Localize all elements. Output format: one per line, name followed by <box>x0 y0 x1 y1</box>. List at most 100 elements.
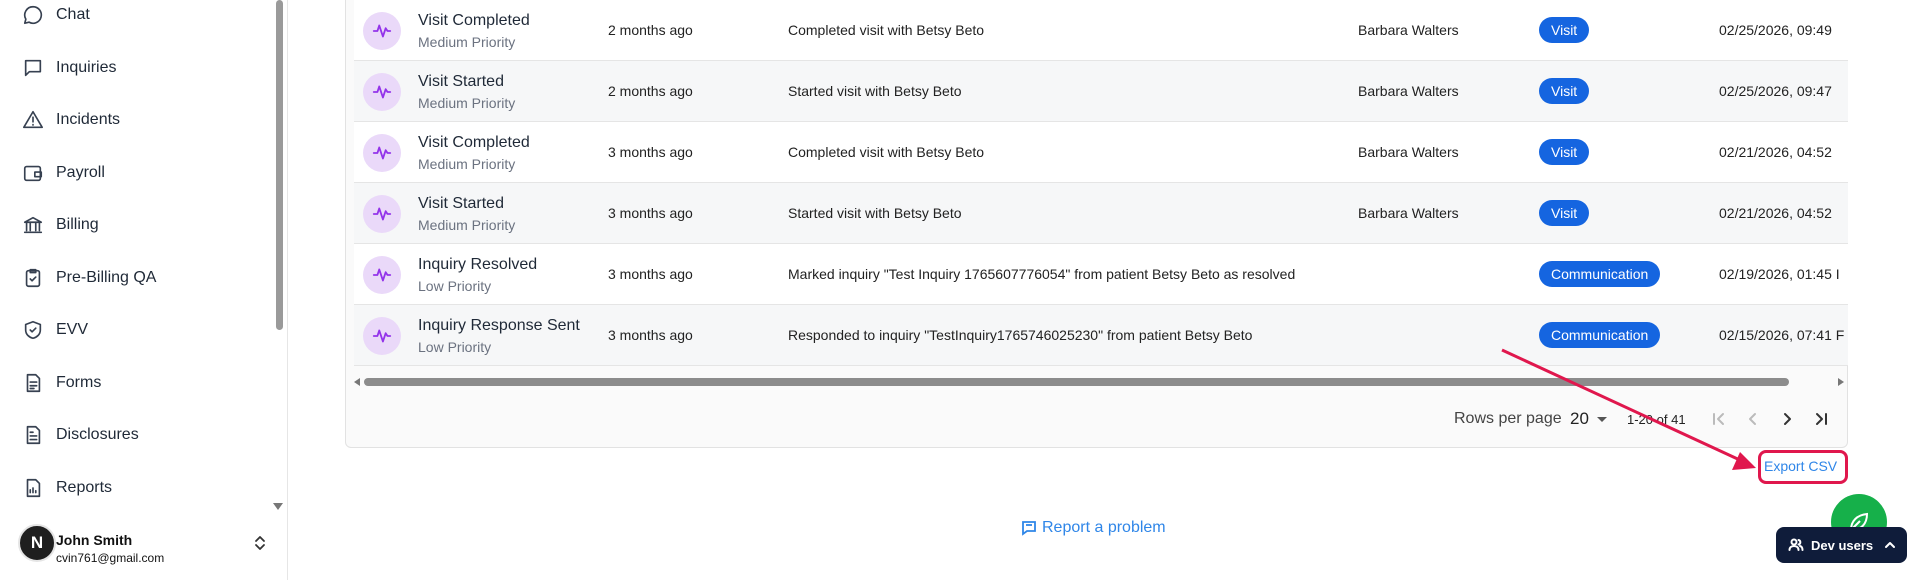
horizontal-scrollbar-thumb[interactable] <box>364 378 1789 386</box>
table-horizontal-scrollbar[interactable] <box>354 375 1848 389</box>
sidebar-item-label: Billing <box>56 216 99 233</box>
sidebar-item-label: Reports <box>56 479 113 496</box>
activity-priority: Low Priority <box>418 278 492 294</box>
sidebar-scrollbar-thumb[interactable] <box>276 0 283 330</box>
sidebar-item-payroll[interactable]: Payroll <box>22 158 105 188</box>
user-name: John Smith <box>56 532 133 548</box>
table-row[interactable]: Visit Completed Medium Priority 3 months… <box>354 122 1848 183</box>
export-csv-button[interactable]: Export CSV <box>1764 458 1837 474</box>
sidebar-item-label: Pre-Billing QA <box>56 269 157 286</box>
activity-date: 02/21/2026, 04:52 <box>1719 205 1832 221</box>
sidebar-item-label: Payroll <box>56 164 105 181</box>
activity-table: Visit Completed Medium Priority 2 months… <box>354 0 1848 368</box>
activity-pulse-icon <box>363 73 401 111</box>
avatar: N <box>18 524 56 562</box>
chat-bubble-icon <box>22 4 44 26</box>
category-badge: Visit <box>1539 78 1590 104</box>
dev-users-label: Dev users <box>1811 537 1874 553</box>
flag-message-icon <box>1022 521 1036 536</box>
category-badge: Visit <box>1539 200 1590 226</box>
next-page-icon[interactable] <box>1778 410 1796 428</box>
activity-description: Completed visit with Betsy Beto <box>788 144 985 160</box>
activity-user: Barbara Walters <box>1358 83 1459 99</box>
activity-time: 3 months ago <box>608 327 693 343</box>
activity-priority: Medium Priority <box>418 217 516 233</box>
user-menu[interactable]: N John Smith cvin761@gmail.com <box>18 524 278 572</box>
activity-description: Started visit with Betsy Beto <box>788 205 962 221</box>
report-icon <box>22 477 44 499</box>
activity-date: 02/25/2026, 09:49 <box>1719 22 1832 38</box>
sidebar-item-reports[interactable]: Reports <box>22 473 112 503</box>
activity-priority: Low Priority <box>418 339 492 355</box>
activity-date: 02/25/2026, 09:47 <box>1719 83 1832 99</box>
sidebar: Chat Inquiries Incidents Payroll Billing… <box>0 0 288 580</box>
last-page-icon[interactable] <box>1812 410 1830 428</box>
activity-priority: Medium Priority <box>418 95 516 111</box>
table-row[interactable]: Visit Started Medium Priority 3 months a… <box>354 183 1848 244</box>
activity-title: Inquiry Response Sent <box>418 317 580 334</box>
rows-per-page-select[interactable]: 20 <box>1570 407 1589 431</box>
sidebar-item-label: Disclosures <box>56 426 139 443</box>
sidebar-scroll-down-arrow[interactable] <box>273 503 283 510</box>
warning-triangle-icon <box>22 109 44 131</box>
bank-icon <box>22 214 44 236</box>
report-problem-link[interactable]: Report a problem <box>1021 519 1166 537</box>
activity-date: 02/15/2026, 07:41 F <box>1719 327 1845 343</box>
activity-description: Completed visit with Betsy Beto <box>788 22 985 38</box>
category-badge: Visit <box>1539 17 1590 43</box>
users-icon <box>1788 537 1804 553</box>
activity-user: Barbara Walters <box>1358 22 1459 38</box>
activity-description: Responded to inquiry "TestInquiry1765746… <box>788 327 1253 343</box>
chevron-up-down-icon[interactable] <box>252 534 268 552</box>
sidebar-item-label: Chat <box>56 6 90 23</box>
sidebar-item-incidents[interactable]: Incidents <box>22 105 120 135</box>
caret-down-icon[interactable] <box>1597 417 1607 422</box>
sidebar-item-billing[interactable]: Billing <box>22 210 99 240</box>
activity-pulse-icon <box>363 134 401 172</box>
report-problem-label: Report a problem <box>1042 519 1166 536</box>
activity-date: 02/21/2026, 04:52 <box>1719 144 1832 160</box>
scroll-left-arrow[interactable] <box>354 378 360 386</box>
activity-user: Barbara Walters <box>1358 205 1459 221</box>
sidebar-item-inquiries[interactable]: Inquiries <box>22 53 116 83</box>
previous-page-icon[interactable] <box>1744 410 1762 428</box>
activity-title: Visit Completed <box>418 12 530 29</box>
sidebar-item-evv[interactable]: EVV <box>22 315 88 345</box>
activity-description: Started visit with Betsy Beto <box>788 83 962 99</box>
activity-time: 2 months ago <box>608 22 693 38</box>
activity-time: 3 months ago <box>608 144 693 160</box>
activity-title: Visit Started <box>418 195 504 212</box>
message-square-icon <box>22 57 44 79</box>
category-badge: Communication <box>1539 322 1661 348</box>
first-page-icon[interactable] <box>1710 410 1728 428</box>
table-row[interactable]: Visit Completed Medium Priority 2 months… <box>354 0 1848 61</box>
activity-priority: Medium Priority <box>418 34 516 50</box>
sidebar-item-chat[interactable]: Chat <box>22 0 90 30</box>
wallet-icon <box>22 162 44 184</box>
activity-date: 02/19/2026, 01:45 I <box>1719 266 1840 282</box>
clipboard-check-icon <box>22 267 44 289</box>
table-row[interactable]: Visit Started Medium Priority 2 months a… <box>354 61 1848 122</box>
sidebar-item-label: Forms <box>56 374 102 391</box>
scroll-right-arrow[interactable] <box>1838 378 1844 386</box>
shield-check-icon <box>22 319 44 341</box>
sidebar-item-label: EVV <box>56 321 89 338</box>
table-row[interactable]: Inquiry Response Sent Low Priority 3 mon… <box>354 305 1848 366</box>
activity-priority: Medium Priority <box>418 156 516 172</box>
activity-description: Marked inquiry "Test Inquiry 17656077760… <box>788 266 1296 282</box>
activity-pulse-icon <box>363 317 401 355</box>
document-icon <box>22 372 44 394</box>
sidebar-item-forms[interactable]: Forms <box>22 368 101 398</box>
activity-time: 2 months ago <box>608 83 693 99</box>
rows-per-page-label: Rows per page <box>1454 410 1562 427</box>
table-row[interactable]: Inquiry Resolved Low Priority 3 months a… <box>354 244 1848 305</box>
sidebar-item-disclosures[interactable]: Disclosures <box>22 420 139 450</box>
chevron-up-icon <box>1883 538 1897 552</box>
activity-pulse-icon <box>363 195 401 233</box>
dev-users-button[interactable]: Dev users <box>1776 527 1907 563</box>
activity-user: Barbara Walters <box>1358 144 1459 160</box>
category-badge: Visit <box>1539 139 1590 165</box>
activity-time: 3 months ago <box>608 205 693 221</box>
activity-title: Visit Completed <box>418 134 530 151</box>
sidebar-item-pre-billing-qa[interactable]: Pre-Billing QA <box>22 263 156 293</box>
